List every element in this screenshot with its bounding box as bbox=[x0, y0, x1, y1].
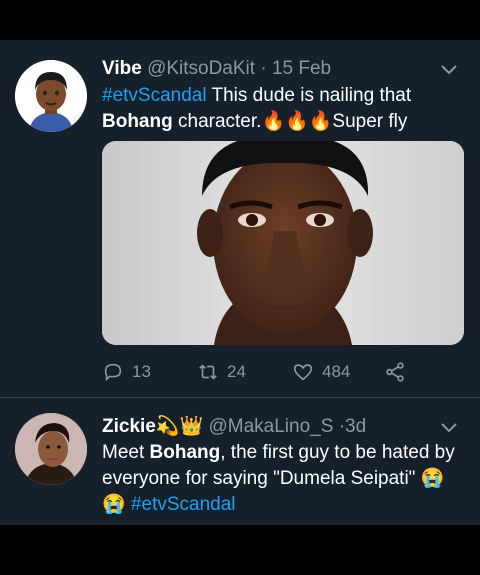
retweet-icon bbox=[199, 364, 217, 380]
avatar[interactable] bbox=[15, 413, 87, 485]
hashtag-link[interactable]: #etvScandal bbox=[102, 85, 207, 106]
like-button[interactable]: 484 bbox=[292, 360, 350, 384]
retweet-button[interactable]: 24 bbox=[197, 360, 246, 384]
reply-button[interactable]: 13 bbox=[102, 360, 151, 384]
chevron-down-icon[interactable] bbox=[440, 60, 458, 78]
status-bar bbox=[0, 0, 480, 40]
reply-count: 13 bbox=[132, 362, 151, 381]
tweet-header: Zickie💫👑 @MakaLino_S ·3d bbox=[102, 415, 366, 439]
retweet-count: 24 bbox=[227, 362, 246, 381]
tweet[interactable]: Zickie💫👑 @MakaLino_S ·3d Meet Bohang, th… bbox=[0, 398, 480, 525]
timeline[interactable]: Vibe @KitsoDaKit · 15 Feb #etvScandal Th… bbox=[0, 40, 480, 525]
reply-icon bbox=[104, 363, 122, 382]
timestamp[interactable]: 3d bbox=[345, 416, 366, 437]
text-part: Meet bbox=[102, 442, 150, 463]
handle[interactable]: @KitsoDaKit bbox=[147, 58, 255, 79]
tweet[interactable]: Vibe @KitsoDaKit · 15 Feb #etvScandal Th… bbox=[0, 40, 480, 397]
crying-emoji: 😭 bbox=[420, 468, 445, 489]
text-part: This dude is nailing that bbox=[206, 85, 412, 106]
name-emojis: 💫👑 bbox=[155, 416, 204, 437]
display-name[interactable]: Zickie bbox=[102, 416, 156, 437]
hashtag-link[interactable]: #etvScandal bbox=[131, 494, 236, 515]
tweet-actions: 13 24 484 bbox=[102, 360, 422, 384]
like-count: 484 bbox=[322, 362, 351, 381]
display-name[interactable]: Vibe bbox=[102, 58, 142, 79]
tweet-text: Meet Bohang, the first guy to be hated b… bbox=[102, 440, 467, 518]
tweet-image[interactable] bbox=[102, 141, 464, 345]
bold-text: Bohang bbox=[149, 442, 221, 463]
handle[interactable]: @MakaLino_S bbox=[208, 416, 333, 437]
share-icon bbox=[386, 362, 404, 382]
fire-emojis: 🔥🔥🔥 bbox=[261, 111, 333, 132]
avatar[interactable] bbox=[15, 60, 87, 132]
like-icon bbox=[293, 364, 313, 381]
crying-emoji: 😭 bbox=[102, 494, 126, 515]
separator: · bbox=[260, 58, 267, 79]
timestamp[interactable]: 15 Feb bbox=[272, 58, 331, 79]
tweet-header: Vibe @KitsoDaKit · 15 Feb bbox=[102, 57, 331, 81]
chevron-down-icon[interactable] bbox=[440, 418, 458, 436]
navigation-bar bbox=[0, 525, 480, 575]
tweet-text: #etvScandal This dude is nailing that Bo… bbox=[102, 83, 467, 135]
text-part: Super fly bbox=[332, 111, 408, 132]
bold-text: Bohang bbox=[102, 111, 173, 132]
text-part: character. bbox=[172, 111, 262, 132]
share-button[interactable] bbox=[384, 360, 406, 384]
